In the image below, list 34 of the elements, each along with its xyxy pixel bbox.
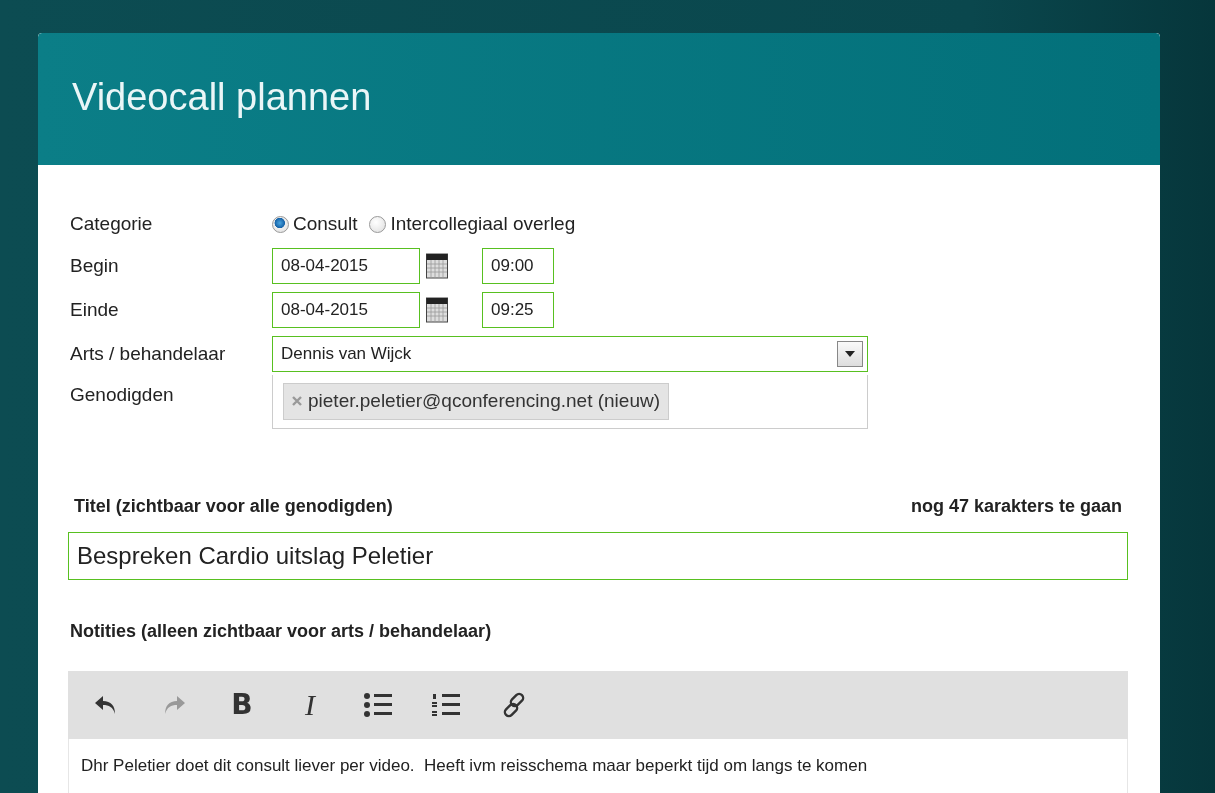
bold-button[interactable]: B [218,682,266,727]
select-field[interactable]: Dennis van Wijck [272,336,868,372]
date-field[interactable]: 08-04-2015 [272,248,420,284]
dialog-title: Videocall plannen [72,75,373,120]
title-field[interactable]: Bespreken Cardio uitslag Peletier [68,531,1128,580]
undo-icon [94,693,118,716]
field-label: Einde [70,297,120,322]
dropdown-button[interactable] [837,341,863,367]
note-text: Dhr Peletier doet dit consult liever per video. Heeft ivm reisschema maar beperkt tijd om langs te komen [81,755,868,775]
caret-icon [845,351,855,357]
select-value: Dennis van Wijck [281,343,412,366]
tag-field[interactable]: pieter.peletier@qconferencing.net (nieuw) [272,375,868,429]
radio-label[interactable]: Consult [293,209,358,239]
time-field[interactable]: 09:00 [482,248,554,284]
date-field[interactable]: 08-04-2015 [272,292,420,328]
editor-area[interactable]: Dhr Peletier doet dit consult liever per video. Heeft ivm reisschema maar beperkt tijd om langs te komen [68,738,1128,793]
character-counter: nog 47 karakters te gaan [910,494,1122,518]
numbered-list-icon [431,691,461,718]
radio-button[interactable] [272,215,289,233]
tag-text: pieter.peletier@qconferencing.net (nieuw) [308,389,660,413]
calendar-icon[interactable] [426,297,448,323]
field-label: Arts / behandelaar [70,341,227,366]
radio-button[interactable] [369,215,387,233]
radio-label[interactable]: Intercollegiaal overleg [390,209,576,239]
italic-button[interactable]: I [286,682,334,727]
time-field[interactable]: 09:25 [482,292,554,328]
field-label: Genodigden [70,383,175,407]
field-label: Titel (zichtbaar voor alle genodigden) [74,494,393,518]
field-label: Categorie [70,211,154,236]
field-label: Notities (alleen zichtbaar voor arts / behandelaar) [70,619,493,643]
bulleted-list-icon [363,691,393,718]
redo-icon [162,693,186,716]
calendar-icon[interactable] [426,253,448,279]
field-label: Begin [70,253,120,278]
